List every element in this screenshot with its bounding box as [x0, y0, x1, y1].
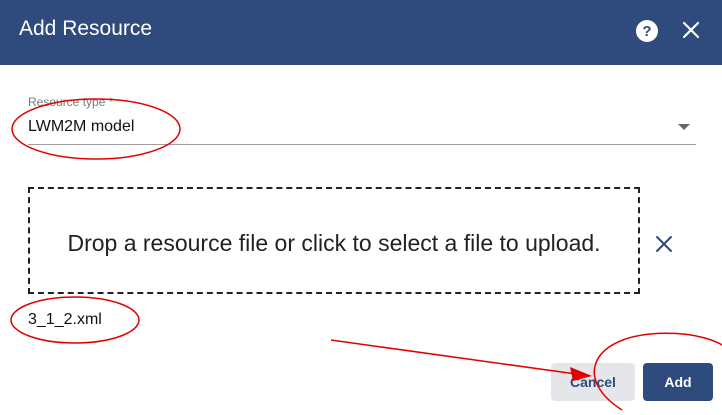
close-icon[interactable]	[681, 20, 701, 40]
svg-text:?: ?	[642, 23, 651, 40]
dialog-header: Add Resource ?	[0, 0, 722, 65]
select-underline	[28, 144, 696, 145]
annotation-arrow-line	[330, 339, 577, 375]
dialog-title: Add Resource	[19, 17, 153, 40]
add-button[interactable]: Add	[643, 363, 713, 401]
dropdown-arrow-icon[interactable]	[678, 124, 690, 130]
help-icon[interactable]: ?	[636, 20, 658, 42]
resource-type-label: Resource type *	[28, 95, 114, 109]
file-dropzone[interactable]: Drop a resource file or click to select …	[28, 187, 640, 294]
dropzone-text: Drop a resource file or click to select …	[67, 230, 601, 256]
clear-file-icon[interactable]	[655, 235, 673, 253]
selected-file-name: 3_1_2.xml	[28, 311, 102, 328]
cancel-button[interactable]: Cancel	[551, 363, 635, 401]
resource-type-value[interactable]: LWM2M model	[28, 118, 134, 136]
